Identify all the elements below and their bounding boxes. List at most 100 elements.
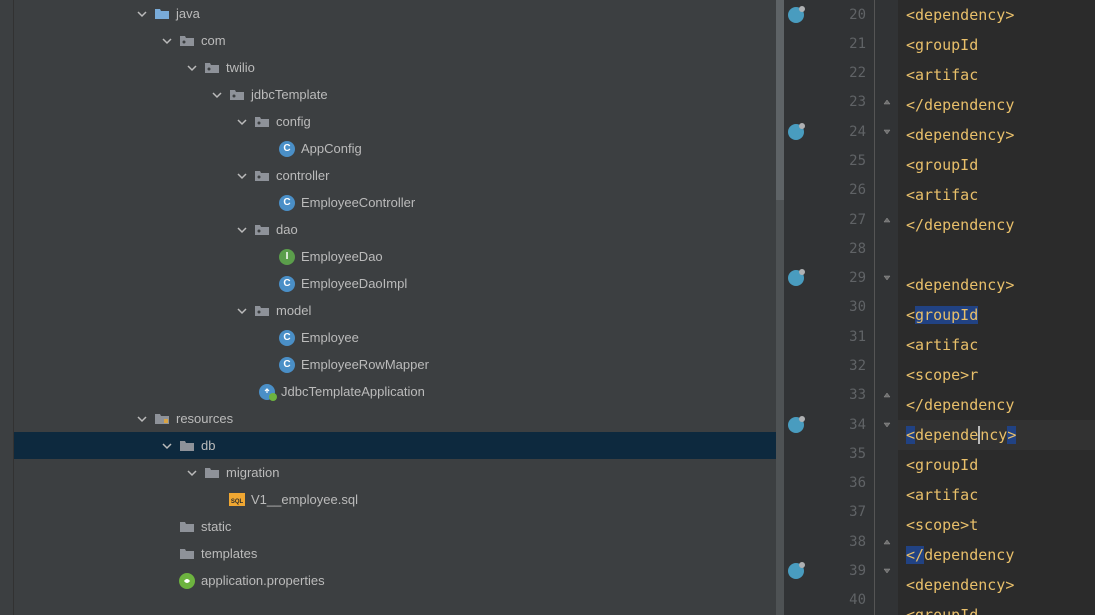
code-line[interactable]: </dependency [898, 390, 1095, 420]
gutter-line[interactable]: 26 [784, 176, 874, 205]
fold-marker[interactable] [875, 88, 898, 117]
code-line[interactable]: <artifac [898, 330, 1095, 360]
gutter-line[interactable]: 36 [784, 469, 874, 498]
fold-marker[interactable] [875, 0, 898, 29]
code-line[interactable]: <dependency> [898, 120, 1095, 150]
code-area[interactable]: <dependency> <groupId <artifac </depende… [898, 0, 1095, 615]
project-tree-panel[interactable]: java com twilio jdbcTemplate config C Ap… [14, 0, 784, 615]
fold-marker[interactable] [875, 586, 898, 615]
fold-marker[interactable] [875, 146, 898, 175]
gutter-line[interactable]: 27 [784, 205, 874, 234]
fold-marker[interactable] [875, 410, 898, 439]
tree-item-jdbctemplateapplication[interactable]: JdbcTemplateApplication [14, 378, 784, 405]
gutter-line[interactable]: 20 [784, 0, 874, 29]
tree-item-employeedao[interactable]: I EmployeeDao [14, 243, 784, 270]
fold-marker[interactable] [875, 293, 898, 322]
gutter-line[interactable]: 31 [784, 322, 874, 351]
tree-item-model[interactable]: model [14, 297, 784, 324]
override-indicator-icon[interactable] [788, 270, 804, 286]
fold-marker[interactable] [875, 117, 898, 146]
chevron-down-icon[interactable] [159, 438, 175, 454]
gutter-line[interactable]: 39 [784, 556, 874, 585]
chevron-down-icon[interactable] [234, 222, 250, 238]
code-line[interactable]: <dependency> [898, 420, 1095, 450]
code-line[interactable]: <artifac [898, 480, 1095, 510]
gutter-line[interactable]: 25 [784, 146, 874, 175]
gutter-line[interactable]: 22 [784, 59, 874, 88]
fold-marker[interactable] [875, 234, 898, 263]
code-line[interactable]: <dependency> [898, 0, 1095, 30]
tree-item-static[interactable]: static [14, 513, 784, 540]
tree-scrollbar[interactable] [776, 0, 784, 615]
tree-item-java[interactable]: java [14, 0, 784, 27]
fold-marker[interactable] [875, 439, 898, 468]
gutter-line[interactable]: 38 [784, 527, 874, 556]
fold-marker[interactable] [875, 498, 898, 527]
code-line[interactable]: <groupId [898, 30, 1095, 60]
fold-column[interactable] [874, 0, 898, 615]
tree-item-db[interactable]: db [14, 432, 784, 459]
chevron-down-icon[interactable] [159, 33, 175, 49]
code-line[interactable]: </dependency [898, 90, 1095, 120]
gutter-line[interactable]: 32 [784, 351, 874, 380]
fold-marker[interactable] [875, 322, 898, 351]
code-line[interactable]: <artifac [898, 180, 1095, 210]
override-indicator-icon[interactable] [788, 124, 804, 140]
tree-item-employeecontroller[interactable]: C EmployeeController [14, 189, 784, 216]
chevron-down-icon[interactable] [184, 60, 200, 76]
override-indicator-icon[interactable] [788, 417, 804, 433]
gutter-line[interactable]: 24 [784, 117, 874, 146]
code-line[interactable]: </dependency [898, 540, 1095, 570]
tree-item-v1employee[interactable]: SQL V1__employee.sql [14, 486, 784, 513]
tree-item-templates[interactable]: templates [14, 540, 784, 567]
tree-item-employeerowmapper[interactable]: C EmployeeRowMapper [14, 351, 784, 378]
chevron-down-icon[interactable] [234, 303, 250, 319]
code-line[interactable]: <groupId [898, 600, 1095, 615]
tree-item-com[interactable]: com [14, 27, 784, 54]
fold-marker[interactable] [875, 527, 898, 556]
code-line[interactable]: <groupId [898, 150, 1095, 180]
gutter-line[interactable]: 21 [784, 29, 874, 58]
code-line[interactable] [898, 240, 1095, 270]
code-line[interactable]: <dependency> [898, 570, 1095, 600]
code-line[interactable]: <artifac [898, 60, 1095, 90]
tree-item-dao[interactable]: dao [14, 216, 784, 243]
gutter-line[interactable]: 34 [784, 410, 874, 439]
fold-marker[interactable] [875, 556, 898, 585]
gutter-line[interactable]: 30 [784, 293, 874, 322]
editor-panel[interactable]: 2021222324252627282930313233343536373839… [784, 0, 1095, 615]
gutter-line[interactable]: 37 [784, 498, 874, 527]
override-indicator-icon[interactable] [788, 563, 804, 579]
code-line[interactable]: </dependency [898, 210, 1095, 240]
tree-item-resources[interactable]: resources [14, 405, 784, 432]
tree-item-jdbctemplate[interactable]: jdbcTemplate [14, 81, 784, 108]
chevron-down-icon[interactable] [184, 465, 200, 481]
chevron-down-icon[interactable] [209, 87, 225, 103]
chevron-down-icon[interactable] [134, 6, 150, 22]
gutter-line[interactable]: 28 [784, 234, 874, 263]
gutter-line[interactable]: 33 [784, 381, 874, 410]
tree-item-migration[interactable]: migration [14, 459, 784, 486]
tree-item-config[interactable]: config [14, 108, 784, 135]
code-line[interactable]: <groupId [898, 450, 1095, 480]
fold-marker[interactable] [875, 264, 898, 293]
chevron-down-icon[interactable] [234, 168, 250, 184]
gutter-line[interactable]: 29 [784, 264, 874, 293]
fold-marker[interactable] [875, 381, 898, 410]
code-line[interactable]: <scope>r [898, 360, 1095, 390]
code-line[interactable]: <scope>t [898, 510, 1095, 540]
tree-item-employeedaoimpl[interactable]: C EmployeeDaoImpl [14, 270, 784, 297]
gutter-line[interactable]: 35 [784, 439, 874, 468]
fold-marker[interactable] [875, 205, 898, 234]
gutter-line[interactable]: 40 [784, 586, 874, 615]
fold-marker[interactable] [875, 351, 898, 380]
override-indicator-icon[interactable] [788, 7, 804, 23]
tree-item-twilio[interactable]: twilio [14, 54, 784, 81]
fold-marker[interactable] [875, 469, 898, 498]
tree-item-appproperties[interactable]: application.properties [14, 567, 784, 594]
chevron-down-icon[interactable] [134, 411, 150, 427]
tree-item-employee[interactable]: C Employee [14, 324, 784, 351]
tree-item-appconfig[interactable]: C AppConfig [14, 135, 784, 162]
code-line[interactable]: <dependency> [898, 270, 1095, 300]
fold-marker[interactable] [875, 29, 898, 58]
